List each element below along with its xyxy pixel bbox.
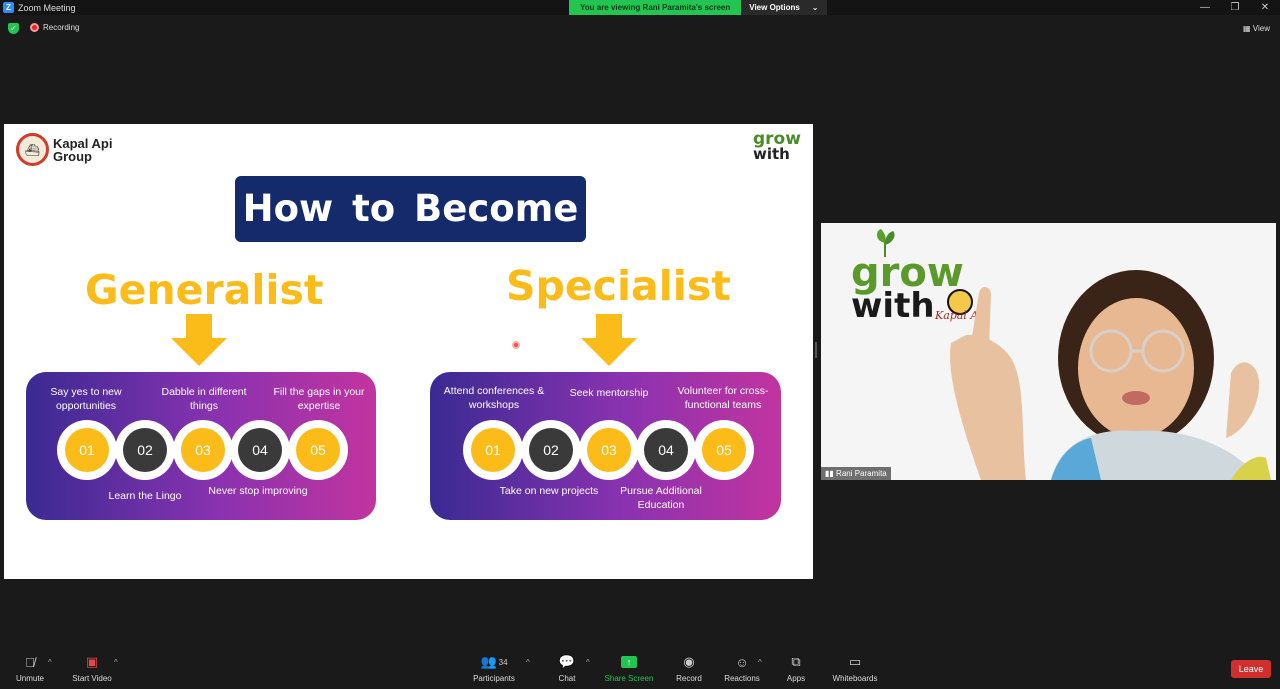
security-shield-icon[interactable]: ✓ xyxy=(8,23,19,34)
view-options-label: View Options xyxy=(749,3,800,12)
video-options-caret[interactable]: ^ xyxy=(114,658,118,667)
specialist-step-05: 05 xyxy=(694,420,754,480)
record-icon: ◉ xyxy=(683,654,695,669)
specialist-step-01: 01 xyxy=(463,420,523,480)
slide-headline: How to Become xyxy=(235,176,586,242)
remote-pointer-icon xyxy=(512,341,520,349)
audio-options-caret[interactable]: ^ xyxy=(48,658,52,667)
whiteboards-button[interactable]: ▭ Whiteboards xyxy=(820,652,890,683)
muted-microphone-icon: 🎙̸ xyxy=(25,654,35,670)
down-arrow-icon xyxy=(171,314,227,366)
window-title: Zoom Meeting xyxy=(18,2,76,13)
specialist-step-label: Seek mentorship xyxy=(569,387,649,399)
participants-icon: 👥 xyxy=(480,654,497,669)
shared-screen-slide: ⛴ Kapal Api Group grow with How to Becom… xyxy=(4,124,813,579)
participant-name: Rani Paramita xyxy=(836,469,887,478)
apps-icon: ⧉ xyxy=(791,654,801,669)
kapal-api-logo: ⛴ Kapal Api Group xyxy=(16,133,133,166)
participant-video-tile[interactable]: grow with Kapal Api ▮▮ Rani Paramita xyxy=(821,223,1276,480)
split-view-handle[interactable] xyxy=(815,342,817,358)
generalist-step-label: Learn the Lingo xyxy=(108,490,182,502)
specialist-panel: Attend conferences & workshops Seek ment… xyxy=(430,372,781,520)
viewing-screen-label: You are viewing Rani Paramita's screen xyxy=(569,0,742,15)
whiteboard-icon: ▭ xyxy=(848,654,862,669)
company-name-line1: Kapal Api xyxy=(53,135,113,151)
recording-label: Recording xyxy=(43,23,80,32)
company-name-line2: Group xyxy=(53,148,92,164)
meeting-status-row: ✓ Recording ▦ View xyxy=(0,19,1280,39)
specialist-step-03: 03 xyxy=(579,420,639,480)
leave-button[interactable]: Leave xyxy=(1231,660,1271,678)
unmute-label: Unmute xyxy=(15,674,44,683)
generalist-panel: Say yes to new opportunities Dabble in d… xyxy=(26,372,376,520)
generalist-step-label: Fill the gaps in your expertise xyxy=(273,386,365,412)
generalist-title: Generalist xyxy=(85,266,324,314)
specialist-step-label: Volunteer for cross-functional teams xyxy=(677,385,769,411)
chat-label: Chat xyxy=(558,674,576,683)
participants-count: 34 xyxy=(498,657,508,667)
screen-share-banner: You are viewing Rani Paramita's screen V… xyxy=(569,0,827,15)
unmute-button[interactable]: 🎙̸ Unmute xyxy=(0,652,65,684)
generalist-step-label: Never stop improving xyxy=(208,485,308,497)
recording-dot-icon xyxy=(30,23,39,32)
view-button[interactable]: ▦ View xyxy=(1243,24,1270,33)
specialist-step-label: Attend conferences & workshops xyxy=(443,385,545,411)
generalist-step-05: 05 xyxy=(288,420,348,480)
ship-logo-icon: ⛴ xyxy=(16,133,49,166)
grow-logo-line2: with xyxy=(753,145,790,163)
specialist-step-04: 04 xyxy=(636,420,696,480)
smiley-icon: ☺ xyxy=(735,654,749,670)
grow-with-logo-small: grow with xyxy=(753,131,805,163)
generalist-step-04: 04 xyxy=(230,420,290,480)
minimize-button[interactable]: — xyxy=(1190,0,1220,15)
generalist-step-01: 01 xyxy=(57,420,117,480)
view-options-button[interactable]: View Options ⌄ xyxy=(741,0,827,15)
grid-view-icon: ▦ xyxy=(1243,24,1251,33)
whiteboards-label: Whiteboards xyxy=(832,674,878,683)
chat-options-caret[interactable]: ^ xyxy=(586,658,590,667)
meeting-toolbar: 🎙̸ Unmute ^ ▣ Start Video ^ 👥 34 Particip… xyxy=(0,652,1280,689)
view-label: View xyxy=(1252,24,1270,33)
generalist-step-label: Dabble in different things xyxy=(161,386,247,412)
generalist-step-label: Say yes to new opportunities xyxy=(50,386,122,412)
recording-indicator[interactable]: Recording xyxy=(30,23,79,32)
participant-name-tag: ▮▮ Rani Paramita xyxy=(821,467,891,480)
specialist-step-label: Pursue Additional Education xyxy=(620,485,702,511)
close-button[interactable]: ✕ xyxy=(1250,0,1280,15)
participants-label: Participants xyxy=(473,674,515,683)
specialist-title: Specialist xyxy=(506,262,731,310)
video-off-icon: ▣ xyxy=(85,654,99,669)
chat-bubble-icon: 💬 xyxy=(558,654,576,669)
signal-bars-icon: ▮▮ xyxy=(825,469,834,478)
start-video-button[interactable]: ▣ Start Video xyxy=(57,652,127,683)
restore-button[interactable]: ❐ xyxy=(1220,0,1250,15)
zoom-app-icon: Z xyxy=(3,2,14,13)
specialist-step-label: Take on new projects xyxy=(499,485,599,497)
speaker-silhouette xyxy=(950,270,1271,480)
generalist-step-03: 03 xyxy=(173,420,233,480)
generalist-step-02: 02 xyxy=(115,420,175,480)
chevron-down-icon: ⌄ xyxy=(811,3,819,12)
start-video-label: Start Video xyxy=(72,674,112,683)
participants-options-caret[interactable]: ^ xyxy=(526,658,530,667)
participants-button[interactable]: 👥 34 Participants xyxy=(459,652,529,683)
down-arrow-icon xyxy=(581,314,637,366)
specialist-step-02: 02 xyxy=(521,420,581,480)
window-controls: — ❐ ✕ xyxy=(1190,0,1280,15)
video-logo-line2: with xyxy=(851,286,935,326)
chat-button[interactable]: 💬 Chat xyxy=(532,652,602,683)
share-screen-icon: ↑ xyxy=(621,656,637,668)
